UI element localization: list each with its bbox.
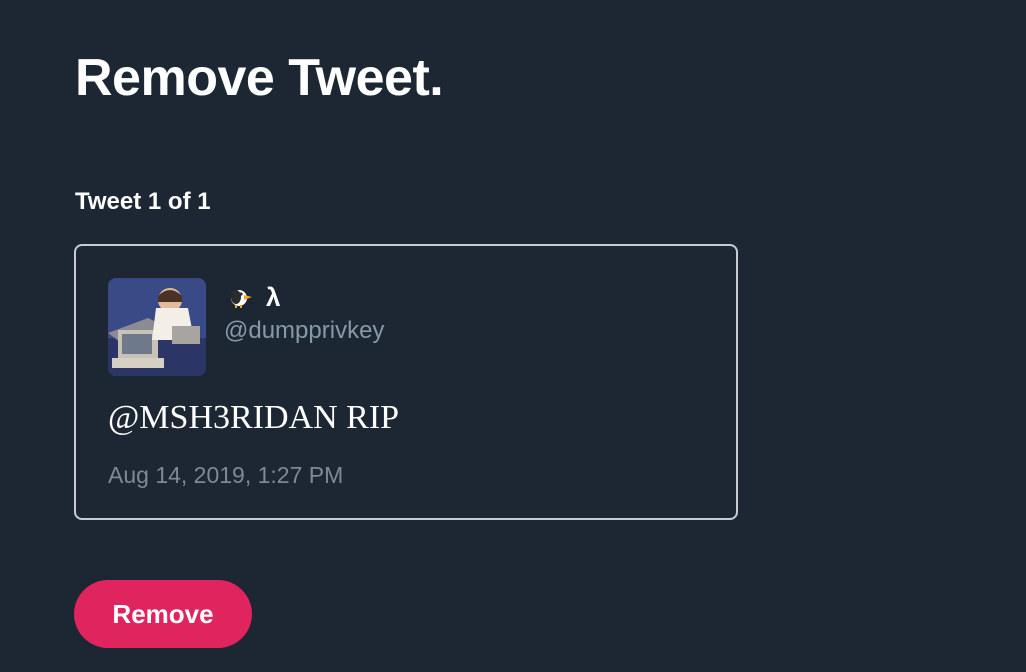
avatar: [108, 278, 206, 376]
remove-tweet-page: Remove Tweet. Tweet 1 of 1 λ @dumpprivke…: [0, 0, 1026, 672]
tweet-card: λ @dumpprivkey @MSH3RIDAN RIP Aug 14, 20…: [74, 244, 738, 520]
avatar-image: [108, 278, 206, 376]
tweet-text: @MSH3RIDAN RIP: [108, 399, 400, 436]
remove-button[interactable]: Remove: [74, 580, 252, 648]
author-display-name: λ: [266, 282, 281, 312]
author-handle: @dumpprivkey: [224, 317, 385, 344]
page-title: Remove Tweet.: [75, 49, 444, 107]
author-row: λ: [224, 282, 280, 312]
tweet-timestamp: Aug 14, 2019, 1:27 PM: [108, 462, 344, 488]
bird-icon: [224, 285, 254, 309]
tweet-counter: Tweet 1 of 1: [75, 188, 211, 215]
